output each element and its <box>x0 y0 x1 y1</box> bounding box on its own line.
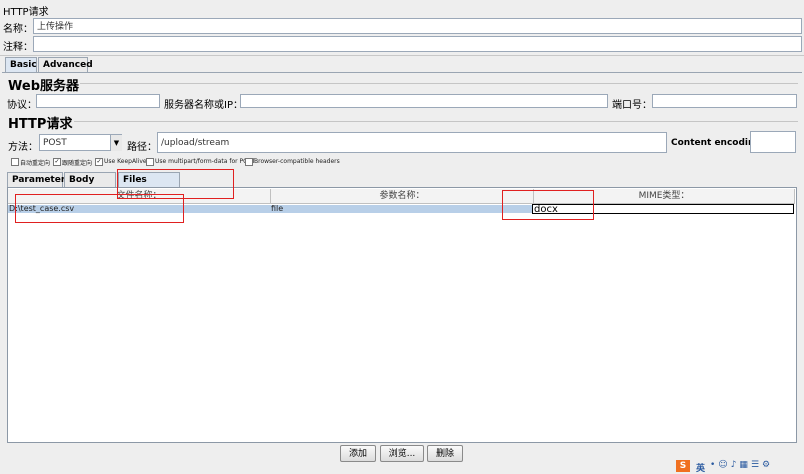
chevron-down-icon[interactable]: ▼ <box>110 135 122 151</box>
comment-input[interactable] <box>33 36 802 52</box>
auto-redirect-checkbox[interactable] <box>11 158 19 166</box>
keepalive-label: Use KeepAlive <box>104 158 147 165</box>
ime-lang-indicator: 英 <box>696 464 706 474</box>
web-server-divider <box>80 83 798 84</box>
ime-toolbar-icons: •☺♪▦☰⚙ <box>710 460 774 470</box>
port-label: 端口号： <box>612 100 652 111</box>
http-request-heading: HTTP请求 <box>8 117 73 132</box>
delete-button[interactable]: 删除 <box>427 445 463 462</box>
method-label: 方法： <box>8 142 38 153</box>
files-upload-panel <box>7 187 797 443</box>
protocol-label: 协议： <box>7 100 37 111</box>
browser-headers-checkbox[interactable] <box>245 158 253 166</box>
name-input[interactable]: 上传操作 <box>33 18 802 34</box>
server-input[interactable] <box>240 94 608 108</box>
tab-body-data[interactable]: Body Data <box>64 172 116 200</box>
http-request-divider <box>74 121 798 122</box>
follow-redirect-label: 跟随重定向 <box>62 160 93 167</box>
tab-panel-border <box>2 72 802 73</box>
header-separator <box>0 55 804 56</box>
browse-button[interactable]: 浏览... <box>380 445 424 462</box>
auto-redirect-label: 自动重定向 <box>20 160 51 167</box>
multipart-label: Use multipart/form-data for POST <box>155 158 256 165</box>
annotation-box-mime <box>502 190 594 220</box>
protocol-input[interactable] <box>36 94 160 108</box>
tab-parameters[interactable]: Parameters <box>7 172 71 187</box>
follow-redirect-checkbox[interactable]: ✓ <box>53 158 61 166</box>
brand-logo: S <box>676 460 690 472</box>
multipart-checkbox[interactable] <box>146 158 154 166</box>
path-input[interactable]: /upload/stream <box>157 132 667 153</box>
tab-basic[interactable]: Basic <box>5 57 37 72</box>
annotation-box-filename <box>15 194 184 223</box>
tab-advanced[interactable]: Advanced <box>38 57 93 72</box>
server-label: 服务器名称或IP： <box>164 100 243 111</box>
browser-headers-label: Browser-compatible headers <box>254 158 340 165</box>
row-param-cell[interactable]: file <box>271 205 283 213</box>
add-button[interactable]: 添加 <box>340 445 376 462</box>
web-server-heading: Web服务器 <box>8 79 79 94</box>
keepalive-checkbox[interactable]: ✓ <box>95 158 103 166</box>
window-title: HTTP请求 <box>3 7 49 18</box>
path-label: 路径： <box>127 142 157 153</box>
comment-label: 注释： <box>3 42 33 53</box>
column-header-param[interactable]: 参数名称： <box>271 189 534 204</box>
name-label: 名称： <box>3 24 33 35</box>
encoding-input[interactable] <box>750 131 796 153</box>
port-input[interactable] <box>652 94 797 108</box>
